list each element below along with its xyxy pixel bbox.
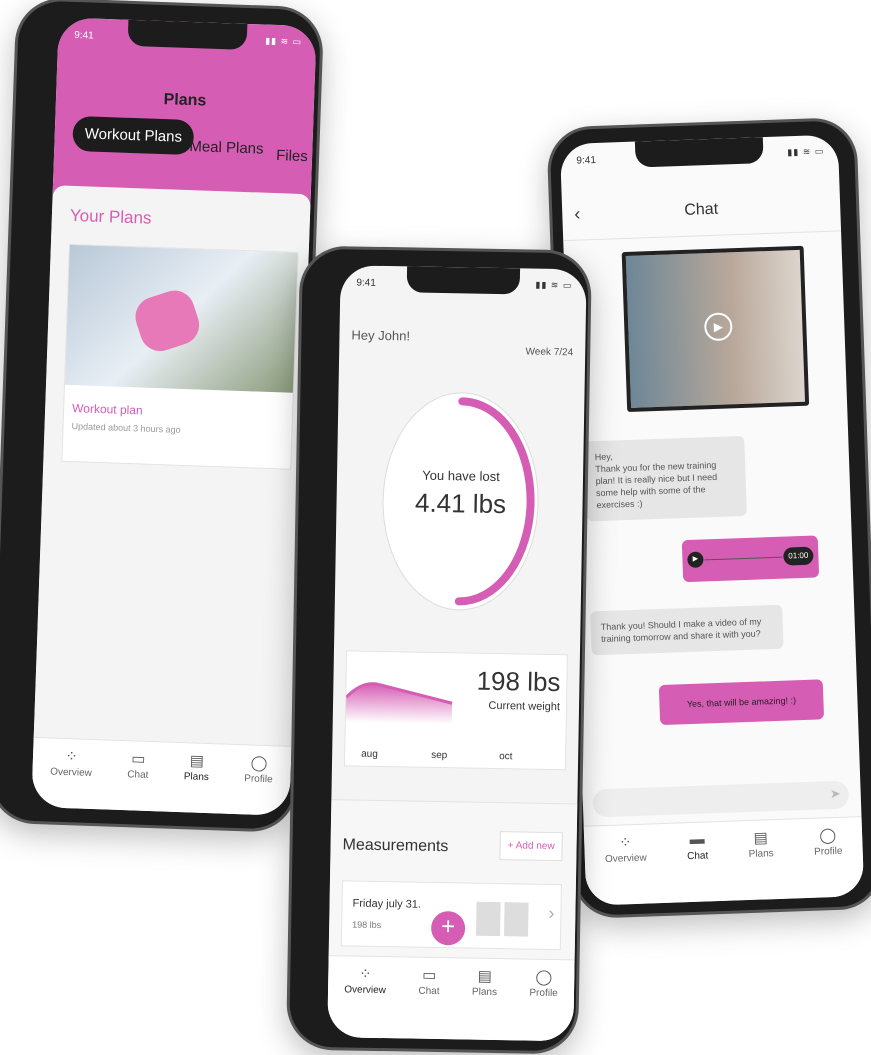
workout-image	[64, 244, 298, 393]
overview-icon: ⁘	[618, 834, 632, 852]
overview-icon: ⁘	[64, 748, 79, 766]
profile-icon: ◯	[250, 754, 268, 773]
overview-icon: ⁘	[358, 965, 372, 983]
week-counter: Week 7/24	[525, 346, 574, 359]
status-time: 9:41	[356, 277, 376, 289]
tab-bar: ⁘ Overview ▭ Chat ▤ Plans ◯ Profile	[327, 955, 575, 1042]
progress-ring: You have lost 4.41 lbs	[380, 391, 541, 612]
current-weight-label: Current weight	[488, 699, 561, 714]
tab-workout-plans[interactable]: Workout Plans	[72, 115, 195, 156]
month-label: aug	[361, 748, 378, 760]
tab-chat[interactable]: ▬ Chat	[686, 830, 710, 902]
document-icon: ▤	[753, 829, 769, 847]
greeting: Hey John!	[351, 327, 411, 344]
tab-profile[interactable]: ◯ Profile	[243, 753, 273, 815]
chat-icon: ▭	[422, 966, 437, 985]
progress-value: 4.41 lbs	[414, 487, 507, 520]
profile-icon: ◯	[535, 968, 553, 987]
notch	[634, 137, 764, 168]
chat-icon: ▬	[689, 830, 705, 849]
status-icons: ▮▮ ≋ ▭	[265, 35, 303, 47]
plans-screen: 9:41 ▮▮ ≋ ▭ Plans Workout Plans Meal Pla…	[31, 17, 317, 816]
progress-label: You have lost	[422, 467, 500, 485]
tab-chat[interactable]: ▭ Chat	[418, 966, 440, 1039]
profile-icon: ◯	[819, 826, 837, 845]
workout-plan-card[interactable]: Workout plan Updated about 3 hours ago	[61, 243, 299, 470]
add-new-button[interactable]: + Add new	[499, 831, 563, 862]
phone-plans: 9:41 ▮▮ ≋ ▭ Plans Workout Plans Meal Pla…	[0, 0, 325, 834]
message-received: Thank you! Should I make a video of my t…	[590, 604, 784, 656]
phone-chat: 9:41 ▮▮ ≋ ▭ ‹ Chat ▶ Hey, Thank you for …	[546, 116, 871, 920]
phone-overview: 9:41 ▮▮ ≋ ▭ Hey John! Week 7/24 You have…	[286, 245, 592, 1055]
audio-message[interactable]: ▶ 01:00	[681, 535, 820, 583]
overview-screen: 9:41 ▮▮ ≋ ▭ Hey John! Week 7/24 You have…	[327, 265, 587, 1042]
tab-meal-plans[interactable]: Meal Plans	[189, 138, 264, 158]
chat-title: Chat	[684, 200, 719, 219]
weight-card: 198 lbs Current weight aug sep oct	[343, 650, 568, 771]
month-label: oct	[499, 751, 513, 763]
tab-plans[interactable]: ▤ Plans	[748, 828, 775, 900]
message-sent: Yes, that will be amazing! :)	[658, 679, 825, 726]
status-icons: ▮▮ ≋ ▭	[535, 279, 573, 291]
send-icon[interactable]: ➤	[830, 786, 841, 802]
chevron-right-icon: ›	[548, 902, 555, 924]
play-icon[interactable]: ▶	[687, 551, 704, 568]
entry-date: Friday july 31.	[352, 897, 422, 911]
message-input[interactable]: ➤	[592, 780, 850, 818]
entry-value: 198 lbs	[352, 919, 382, 931]
status-time: 9:41	[74, 29, 94, 42]
tab-bar: ⁘ Overview ▬ Chat ▤ Plans ◯ Profile	[583, 816, 865, 906]
tab-overview[interactable]: ⁘ Overview	[49, 747, 93, 809]
current-weight-value: 198 lbs	[476, 665, 561, 698]
status-time: 9:41	[576, 154, 597, 167]
tab-plans[interactable]: ▤ Plans	[471, 967, 497, 1040]
play-icon[interactable]: ▶	[703, 312, 733, 342]
measurements-title: Measurements	[342, 836, 449, 856]
weight-chart	[345, 682, 453, 725]
page-title: Plans	[163, 91, 207, 110]
tab-bar: ⁘ Overview ▭ Chat ▤ Plans ◯ Profile	[31, 736, 292, 816]
section-title: Your Plans	[69, 205, 152, 228]
document-icon: ▤	[477, 967, 492, 985]
video-message[interactable]: ▶	[621, 245, 810, 412]
tab-profile[interactable]: ◯ Profile	[813, 826, 844, 898]
notch	[406, 266, 521, 295]
tab-plans[interactable]: ▤ Plans	[183, 751, 210, 813]
tab-chat[interactable]: ▭ Chat	[126, 749, 149, 811]
message-received: Hey, Thank you for the new training plan…	[584, 435, 747, 522]
tab-overview[interactable]: ⁘ Overview	[604, 833, 648, 905]
document-icon: ▤	[189, 752, 205, 770]
status-icons: ▮▮ ≋ ▭	[787, 145, 825, 158]
chat-icon: ▭	[131, 750, 146, 768]
chat-screen: 9:41 ▮▮ ≋ ▭ ‹ Chat ▶ Hey, Thank you for …	[559, 134, 865, 906]
tab-profile[interactable]: ◯ Profile	[529, 968, 559, 1041]
audio-duration: 01:00	[783, 546, 814, 566]
notch	[127, 19, 248, 50]
tab-overview[interactable]: ⁘ Overview	[343, 964, 386, 1038]
month-label: sep	[431, 749, 448, 762]
tab-files[interactable]: Files	[276, 147, 308, 165]
